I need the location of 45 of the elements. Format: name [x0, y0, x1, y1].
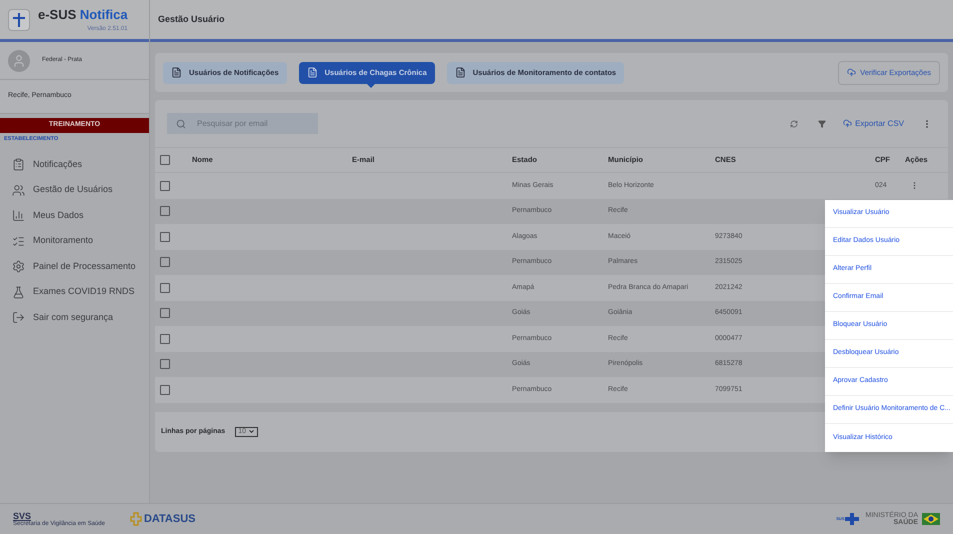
svs-logo-text: SVS	[13, 512, 32, 520]
datasus-logo-icon	[130, 512, 142, 526]
filter-icon[interactable]	[818, 120, 826, 128]
bar-chart-icon	[12, 209, 25, 222]
search-input[interactable]: Pesquisar por email	[197, 118, 307, 130]
cross-icon	[845, 513, 860, 525]
document-icon	[306, 67, 318, 78]
search-field[interactable]: Pesquisar por email	[167, 113, 318, 134]
avatar-icon	[8, 50, 30, 72]
checkbox[interactable]	[160, 282, 170, 293]
sidebar-item[interactable]: Painel de Processamento	[0, 254, 149, 279]
sidebar-item[interactable]: Sair com segurança	[0, 305, 149, 330]
document-icon	[171, 67, 182, 78]
sidebar-item[interactable]: Meus Dados	[0, 203, 149, 228]
checklist-icon	[12, 234, 25, 248]
checkbox[interactable]	[160, 359, 170, 370]
sidebar-item[interactable]: Gestão de Usuários	[0, 178, 149, 202]
checkbox[interactable]	[160, 180, 170, 191]
checkbox[interactable]	[160, 206, 170, 216]
datasus-logo-text: DATASUS	[144, 512, 196, 527]
page-title: Gestão Usuário	[158, 12, 225, 26]
sidebar-item[interactable]: Monitoramento	[0, 228, 149, 254]
checkbox[interactable]	[160, 308, 170, 318]
search-icon	[176, 118, 186, 128]
chevron-down-icon	[248, 428, 255, 436]
flask-icon	[12, 286, 25, 298]
checkbox[interactable]	[160, 334, 170, 344]
refresh-icon[interactable]	[790, 120, 798, 128]
export-csv-button[interactable]: Exportar CSV	[843, 118, 904, 130]
checkbox[interactable]	[160, 155, 170, 165]
checkbox[interactable]	[160, 384, 170, 395]
sidebar-item[interactable]: Notificações	[0, 152, 149, 177]
sidebar-item[interactable]: Exames COVID19 RNDS	[0, 280, 149, 304]
cloud-upload-icon	[847, 68, 856, 77]
logout-icon	[12, 311, 25, 324]
checkbox[interactable]	[160, 257, 170, 268]
flag-icon	[922, 513, 940, 525]
document-icon	[454, 67, 466, 78]
checkbox[interactable]	[160, 232, 170, 242]
clipboard-icon	[12, 158, 25, 171]
settings-icon	[12, 260, 25, 273]
users-icon	[12, 184, 25, 196]
cloud-upload-icon	[843, 119, 852, 128]
app-logo-icon	[8, 8, 30, 30]
app-name: e-SUS Notifica	[38, 6, 128, 24]
